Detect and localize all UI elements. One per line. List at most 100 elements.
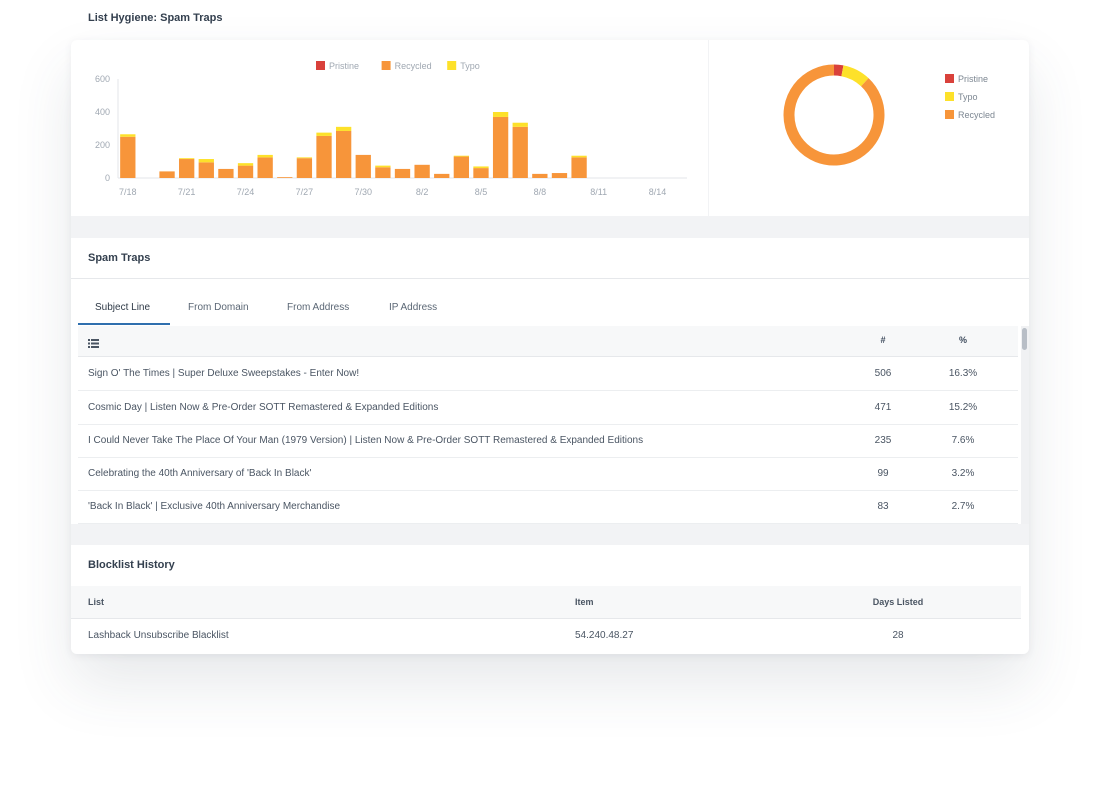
x-tick-label: 7/18 bbox=[119, 187, 137, 197]
legend-swatch-typo bbox=[447, 61, 457, 70]
y-tick-label: 400 bbox=[95, 107, 110, 117]
donut-chart-panel: Pristine Typo Recycled bbox=[709, 40, 1029, 216]
bar-segment-recycled bbox=[355, 154, 371, 178]
row-days-listed: 28 bbox=[892, 630, 904, 641]
bar-segment-typo bbox=[375, 165, 391, 168]
bar-segment-typo bbox=[492, 112, 509, 117]
x-tick-label: 8/14 bbox=[649, 187, 667, 197]
y-tick-label: 200 bbox=[95, 140, 110, 150]
bar-segment-typo bbox=[316, 132, 332, 136]
legend-swatch-pristine bbox=[316, 61, 325, 70]
dashboard-card: 0 200 400 600 7/18 7/21 7/24 7/27 7/30 8/2 8/5 8/8 8… bbox=[71, 40, 1029, 654]
row-count: 99 bbox=[877, 468, 889, 479]
list-icon[interactable] bbox=[88, 335, 99, 353]
bar-chart-panel: 0 200 400 600 7/18 7/21 7/24 7/27 7/30 8/2 8/5 8/8 8… bbox=[71, 40, 708, 216]
spam-traps-bar-chart: 0 200 400 600 7/18 7/21 7/24 7/27 7/30 8/2 8/5 8/8 8… bbox=[95, 61, 687, 197]
row-count: 83 bbox=[877, 501, 889, 512]
bar-segment-typo bbox=[120, 134, 136, 137]
row-count: 235 bbox=[874, 435, 892, 446]
active-tab-indicator bbox=[78, 323, 170, 325]
y-tick-label: 0 bbox=[105, 173, 110, 183]
x-tick-label: 8/5 bbox=[475, 187, 488, 197]
donut-legend-label-pristine: Pristine bbox=[958, 74, 988, 84]
bar-segment-recycled bbox=[375, 167, 391, 178]
row-subject: 'Back In Black' | Exclusive 40th Anniver… bbox=[88, 501, 341, 512]
section-divider bbox=[71, 278, 1029, 279]
x-tick-label: 7/24 bbox=[237, 187, 255, 197]
bar-segment-recycled bbox=[179, 159, 195, 178]
bar-segment-recycled bbox=[335, 130, 352, 178]
bar-segment-typo bbox=[179, 158, 195, 160]
bar-segment-recycled bbox=[237, 165, 254, 178]
bar-segment-typo bbox=[453, 155, 470, 157]
bar-segment-typo bbox=[198, 159, 214, 163]
legend-label-pristine: Pristine bbox=[329, 61, 359, 71]
bar-segment-recycled bbox=[532, 173, 548, 178]
tab-from-domain[interactable]: From Domain bbox=[188, 302, 249, 313]
spam-traps-section: Spam Traps Subject Line From Domain From… bbox=[71, 238, 1029, 524]
scrollbar-thumb[interactable] bbox=[1022, 328, 1027, 350]
row-percent: 3.2% bbox=[951, 468, 975, 479]
table-row[interactable]: 'Back In Black' | Exclusive 40th Anniver… bbox=[78, 490, 1018, 524]
donut-legend-swatch-pristine bbox=[945, 74, 954, 83]
y-tick-label: 600 bbox=[95, 74, 110, 84]
legend-label-recycled: Recycled bbox=[395, 61, 432, 71]
item-column-header[interactable]: Item bbox=[575, 597, 594, 607]
bar-segment-recycled bbox=[571, 157, 587, 178]
table-scrollbar[interactable] bbox=[1021, 326, 1029, 524]
bar-segment-typo bbox=[296, 157, 313, 159]
spam-traps-title: Spam Traps bbox=[88, 252, 151, 264]
row-subject: Cosmic Day | Listen Now & Pre-Order SOTT… bbox=[88, 402, 439, 413]
x-tick-label: 8/2 bbox=[416, 187, 429, 197]
bar-segment-recycled bbox=[296, 158, 313, 178]
page-title: List Hygiene: Spam Traps bbox=[88, 12, 223, 24]
row-count: 506 bbox=[874, 368, 892, 379]
bar-segment-recycled bbox=[414, 164, 430, 178]
table-row[interactable]: Sign O' The Times | Super Deluxe Sweepst… bbox=[78, 357, 1018, 391]
spam-traps-table-header: # % bbox=[78, 326, 1018, 357]
donut-slice-typo bbox=[841, 65, 869, 87]
bar-segment-typo bbox=[571, 155, 587, 158]
donut-slice-recycled bbox=[783, 64, 885, 166]
bar-segment-recycled bbox=[434, 173, 450, 178]
x-tick-label: 8/8 bbox=[534, 187, 547, 197]
bar-segment-typo bbox=[257, 154, 273, 158]
bar-segment-recycled bbox=[159, 171, 175, 178]
bar-segment-recycled bbox=[473, 168, 489, 178]
row-percent: 15.2% bbox=[948, 402, 978, 413]
bar-segment-recycled bbox=[120, 136, 136, 178]
donut-legend-label-typo: Typo bbox=[958, 92, 978, 102]
days-listed-column-header[interactable]: Days Listed bbox=[838, 597, 958, 607]
row-list-name: Lashback Unsubscribe Blacklist bbox=[88, 630, 229, 641]
count-column-header[interactable]: # bbox=[838, 335, 928, 345]
bar-segment-recycled bbox=[512, 126, 528, 178]
donut-legend-label-recycled: Recycled bbox=[958, 110, 995, 120]
percent-column-header[interactable]: % bbox=[923, 335, 1003, 345]
table-row[interactable]: Celebrating the 40th Anniversary of 'Bac… bbox=[78, 457, 1018, 491]
donut-legend-swatch-typo bbox=[945, 92, 954, 101]
tab-ip-address[interactable]: IP Address bbox=[389, 302, 437, 313]
x-tick-label: 7/21 bbox=[178, 187, 196, 197]
blocklist-title: Blocklist History bbox=[88, 559, 175, 571]
bar-segment-recycled bbox=[316, 135, 332, 178]
row-percent: 2.7% bbox=[951, 501, 975, 512]
bar-segment-recycled bbox=[198, 162, 214, 178]
x-tick-label: 7/30 bbox=[354, 187, 372, 197]
table-row[interactable]: Cosmic Day | Listen Now & Pre-Order SOTT… bbox=[78, 391, 1018, 425]
donut-slice-pristine bbox=[833, 64, 844, 77]
x-tick-label: 7/27 bbox=[296, 187, 314, 197]
table-row[interactable]: I Could Never Take The Place Of Your Man… bbox=[78, 424, 1018, 458]
bar-segment-typo bbox=[237, 163, 254, 166]
bar-segment-recycled bbox=[257, 157, 273, 178]
row-subject: I Could Never Take The Place Of Your Man… bbox=[88, 435, 644, 446]
bar-segment-typo bbox=[335, 126, 352, 131]
legend-swatch-recycled bbox=[381, 61, 391, 70]
row-percent: 7.6% bbox=[951, 435, 975, 446]
table-row[interactable]: Lashback Unsubscribe Blacklist 54.240.48… bbox=[71, 619, 1021, 652]
list-column-header[interactable]: List bbox=[88, 597, 104, 607]
blocklist-history-section: Blocklist History List Item Days Listed … bbox=[71, 545, 1029, 654]
tab-subject-line[interactable]: Subject Line bbox=[95, 302, 150, 313]
tab-from-address[interactable]: From Address bbox=[287, 302, 349, 313]
bar-segment-recycled bbox=[492, 116, 509, 178]
row-subject: Celebrating the 40th Anniversary of 'Bac… bbox=[88, 468, 312, 479]
